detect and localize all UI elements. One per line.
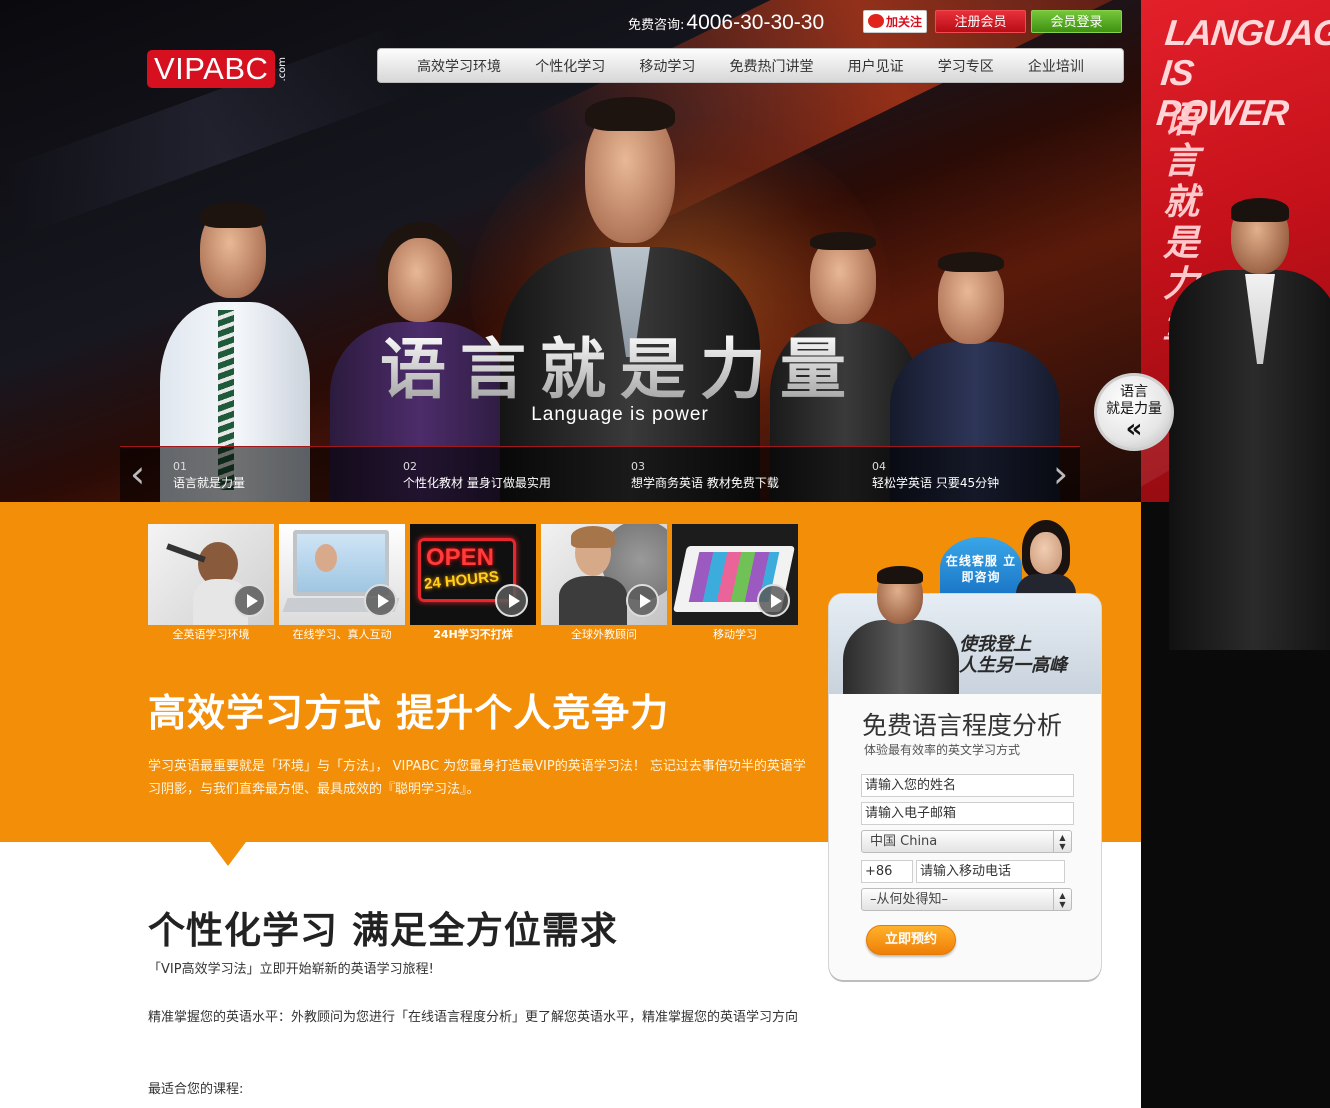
slide-item-4[interactable]: 04 轻松学英语 只要45分钟: [872, 459, 999, 491]
form-person: [843, 566, 959, 694]
thumb-image: [148, 524, 274, 625]
orange-section-title: 高效学习方式 提升个人竞争力: [148, 691, 670, 735]
nav-item-personalized[interactable]: 个性化学习: [535, 56, 605, 76]
select-arrows-icon: ▲ ▼: [1053, 831, 1071, 852]
country-value: 中国 China: [870, 834, 938, 849]
slide-text: 语言就是力量: [173, 476, 246, 490]
login-button[interactable]: 会员登录: [1031, 10, 1122, 33]
email-input[interactable]: [861, 802, 1074, 825]
form-title: 免费语言程度分析: [862, 711, 1063, 740]
thumb-caption: 移动学习: [713, 628, 757, 641]
double-chevron-left-icon: «: [1125, 414, 1143, 444]
hero-headline-cn: 语言就是力量: [365, 330, 875, 410]
right-side-banner[interactable]: LANGUAGE IS POWER 语言就是力量: [1141, 0, 1330, 1108]
hero-headline: 语言就是力量 Language is power: [365, 330, 875, 426]
thumb-image: [279, 524, 405, 625]
weibo-follow-button[interactable]: 加关注: [863, 10, 927, 33]
section-notch: [210, 842, 246, 866]
slide-item-1[interactable]: 01 语言就是力量: [173, 459, 245, 491]
side-banner-person: [1169, 198, 1330, 650]
mobile-phone-input[interactable]: [916, 860, 1065, 883]
phone-label: 免费咨询:: [628, 18, 685, 33]
slide-item-2[interactable]: 02 个性化教材 量身订做最实用: [403, 459, 551, 491]
play-icon: [757, 584, 790, 617]
slide-num: 01: [173, 460, 187, 473]
nav-item-learning-zone[interactable]: 学习专区: [938, 56, 994, 76]
main-nav: 高效学习环境 个性化学习 移动学习 免费热门讲堂 用户见证 学习专区 企业培训: [377, 48, 1124, 83]
slider-next-icon[interactable]: ›: [1053, 455, 1068, 493]
phone-prefix: +86: [861, 860, 913, 883]
form-slogan: 使我登上 人生另一高峰: [959, 634, 1067, 676]
phone-number: 4006-30-30-30: [686, 11, 825, 34]
slide-text: 个性化教材 量身订做最实用: [403, 476, 551, 490]
orange-section-text: 学习英语最重要就是「环境」与「方法」， VIPABC 为您量身打造最VIP的英语…: [148, 759, 806, 797]
thumb-image: [541, 524, 667, 625]
thumb-caption: 全英语学习环境: [172, 628, 250, 641]
thumb-caption: 在线学习、真人互动: [292, 628, 392, 641]
slide-text: 轻松学英语 只要45分钟: [872, 476, 1000, 490]
video-thumb-environment[interactable]: 全英语学习环境: [148, 524, 274, 642]
video-thumb-mobile[interactable]: 移动学习: [672, 524, 798, 642]
play-icon: [364, 584, 397, 617]
nav-item-enterprise[interactable]: 企业培训: [1028, 56, 1084, 76]
white-section-title: 个性化学习 满足全方位需求: [148, 909, 618, 952]
logo[interactable]: VIPABC .com: [147, 50, 288, 88]
country-select[interactable]: 中国 China ▲ ▼: [861, 830, 1072, 853]
logo-text: VIPABC: [147, 50, 276, 88]
nav-item-lectures[interactable]: 免费热门讲堂: [729, 56, 813, 76]
side-banner-collapse-button[interactable]: 语言 就是力量 «: [1094, 373, 1174, 451]
slide-text: 想学商务英语 教材免费下载: [631, 476, 779, 490]
follow-label: 加关注: [885, 15, 922, 29]
slider-bar: 01 语言就是力量 02 个性化教材 量身订做最实用 03 想学商务英语 教材免…: [120, 446, 1080, 502]
thumb-caption: 24H学习不打烊: [433, 628, 513, 641]
register-button[interactable]: 注册会员: [935, 10, 1026, 33]
toggle-line1: 语言: [1120, 384, 1148, 400]
play-icon: [495, 584, 528, 617]
slider-prev-icon[interactable]: ‹: [130, 455, 145, 493]
phone-consult: 免费咨询: 4006-30-30-30: [628, 11, 824, 35]
nav-item-testimonials[interactable]: 用户见证: [848, 56, 904, 76]
slide-num: 02: [403, 460, 417, 473]
submit-appointment-button[interactable]: 立即预约: [866, 925, 956, 955]
hero-person-3: [500, 97, 760, 502]
page: { "header": { "logo": "VIPABC", "logo_su…: [0, 0, 1330, 1108]
nav-item-environment[interactable]: 高效学习环境: [417, 56, 501, 76]
select-arrows-icon: ▲ ▼: [1053, 889, 1071, 910]
slogan-line1: 使我登上: [959, 634, 1031, 655]
white-section-course: 最适合您的课程:: [148, 1082, 244, 1097]
slide-num: 03: [631, 460, 645, 473]
slide-item-3[interactable]: 03 想学商务英语 教材免费下载: [631, 459, 779, 491]
play-icon: [626, 584, 659, 617]
customer-service-agent: [1016, 520, 1076, 596]
logo-suffix: .com: [277, 56, 289, 82]
white-section-level: 精准掌握您的英语水平：外教顾问为您进行「在线语言程度分析」更了解您英语水平，精准…: [148, 1010, 799, 1025]
white-section-intro: 「VIP高效学习法」立即开始崭新的英语学习旅程!: [148, 962, 434, 977]
thumb-caption: 全球外教顾问: [571, 628, 637, 641]
slogan-line2: 人生另一高峰: [959, 655, 1067, 676]
video-thumb-tutors[interactable]: 全球外教顾问: [541, 524, 667, 642]
source-select[interactable]: –从何处得知– ▲ ▼: [861, 888, 1072, 911]
weibo-icon: [867, 14, 884, 28]
play-icon: [233, 584, 266, 617]
thumb-image: [672, 524, 798, 625]
name-input[interactable]: [861, 774, 1074, 797]
slide-num: 04: [872, 460, 886, 473]
form-subtitle: 体验最有效率的英文学习方式: [864, 743, 1021, 757]
video-thumb-24h[interactable]: OPEN 24 HOURS 24H学习不打烊: [410, 524, 536, 642]
nav-item-mobile[interactable]: 移动学习: [639, 56, 695, 76]
thumb-image: OPEN 24 HOURS: [410, 524, 536, 625]
video-thumb-online[interactable]: 在线学习、真人互动: [279, 524, 405, 642]
source-value: –从何处得知–: [870, 892, 949, 907]
open-sign-text: OPEN: [426, 544, 495, 571]
